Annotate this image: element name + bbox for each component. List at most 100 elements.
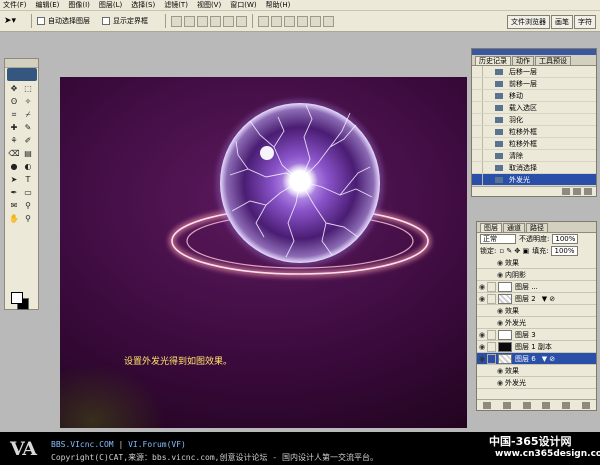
history-item[interactable]: 羽化 — [472, 114, 596, 126]
layer-effect-row[interactable]: ◉ 效果 — [477, 365, 596, 377]
palette-well-tab[interactable]: 字符 — [574, 15, 596, 29]
history-tab[interactable]: 工具预设 — [535, 56, 571, 65]
history-source-box[interactable] — [472, 138, 483, 149]
crop-icon[interactable]: ⌗ — [8, 109, 20, 120]
notes-icon[interactable]: ✉ — [8, 200, 20, 211]
layer-link-box[interactable] — [487, 341, 496, 352]
blur-icon[interactable]: ● — [8, 161, 20, 172]
menu-item[interactable]: 选择(S) — [131, 0, 155, 10]
new-document-from-state-icon[interactable] — [562, 188, 570, 195]
move-tool-preset[interactable]: ➤▾ — [4, 14, 26, 28]
layer-row[interactable]: ◉ 图层 6 ▼ ⊘ — [477, 353, 596, 365]
menu-item[interactable]: 滤镜(T) — [164, 0, 188, 10]
visibility-eye-icon[interactable]: ◉ — [495, 259, 505, 267]
slice-icon[interactable]: ⌿ — [22, 109, 34, 120]
move-icon[interactable]: ✥ — [8, 83, 20, 94]
visibility-eye-icon[interactable]: ◉ — [477, 343, 487, 351]
footer-bbs-link[interactable]: BBS.VIcnc.COM — [51, 440, 114, 449]
auto-select-checkbox[interactable]: 自动选择图层 — [37, 16, 90, 26]
footer-forum-link[interactable]: VI.Forum(VF) — [128, 440, 186, 449]
menu-item[interactable]: 图像(I) — [68, 0, 90, 10]
hand-icon[interactable]: ✋ — [8, 213, 20, 224]
layer-effect-row[interactable]: ◉ 外发光 — [477, 377, 596, 389]
visibility-eye-icon[interactable]: ◉ — [477, 331, 487, 339]
layer-style-icon[interactable] — [482, 401, 491, 409]
align-left-icon[interactable] — [210, 15, 221, 27]
zoom-icon[interactable]: ⚲ — [22, 213, 34, 224]
layer-effect-row[interactable]: ◉ 内阴影 — [477, 269, 596, 281]
history-item[interactable]: 取消选择 — [472, 162, 596, 174]
new-snapshot-icon[interactable] — [573, 188, 581, 195]
history-source-box[interactable] — [472, 66, 483, 77]
layer-link-box[interactable] — [487, 281, 496, 292]
palette-well-tab[interactable]: 画笔 — [551, 15, 573, 29]
align-center-icon[interactable] — [223, 15, 234, 27]
align-bottom-icon[interactable] — [197, 15, 208, 27]
healing-brush-icon[interactable]: ✚ — [8, 122, 20, 133]
layer-set-icon[interactable] — [522, 401, 531, 409]
layer-effect-row[interactable]: ◉ 效果 — [477, 257, 596, 269]
history-item[interactable]: 移动 — [472, 90, 596, 102]
path-select-icon[interactable]: ➤ — [8, 174, 20, 185]
layer-link-box[interactable] — [487, 293, 496, 304]
visibility-eye-icon[interactable]: ◉ — [495, 379, 505, 387]
history-brush-icon[interactable]: ✐ — [22, 135, 34, 146]
layers-tab[interactable]: 路径 — [526, 223, 548, 232]
opacity-input[interactable]: 100% — [552, 234, 579, 244]
align-top-icon[interactable] — [171, 15, 182, 27]
history-item[interactable]: 清除 — [472, 150, 596, 162]
layer-effect-row[interactable]: ◉ 外发光 — [477, 317, 596, 329]
visibility-eye-icon[interactable]: ◉ — [477, 355, 487, 363]
magic-wand-icon[interactable]: ✧ — [22, 96, 34, 107]
eyedropper-icon[interactable]: ⚲ — [22, 200, 34, 211]
distribute-bottom-icon[interactable] — [284, 15, 295, 27]
history-source-box[interactable] — [472, 102, 483, 113]
menu-item[interactable]: 帮助(H) — [266, 0, 291, 10]
visibility-eye-icon[interactable]: ◉ — [477, 283, 487, 291]
history-source-box[interactable] — [472, 114, 483, 125]
gradient-icon[interactable]: ▤ — [22, 148, 34, 159]
layer-mask-icon[interactable] — [502, 401, 511, 409]
layer-link-box[interactable] — [487, 353, 496, 364]
history-source-box[interactable] — [472, 174, 483, 185]
pen-icon[interactable]: ✒ — [8, 187, 20, 198]
history-source-box[interactable] — [472, 90, 483, 101]
marquee-icon[interactable]: ⬚ — [22, 83, 34, 94]
history-item[interactable]: 前移一层 — [472, 78, 596, 90]
menu-item[interactable]: 编辑(E) — [36, 0, 60, 10]
layer-row[interactable]: ◉ 图层 3 — [477, 329, 596, 341]
visibility-eye-icon[interactable]: ◉ — [495, 367, 505, 375]
history-item[interactable]: 粒移外框 — [472, 138, 596, 150]
document-canvas[interactable]: 设置外发光得到如图效果。 — [60, 77, 467, 428]
layers-tab[interactable]: 通道 — [503, 223, 525, 232]
foreground-color-swatch[interactable] — [11, 292, 23, 304]
menu-item[interactable]: 文件(F) — [3, 0, 27, 10]
shape-icon[interactable]: ▭ — [22, 187, 34, 198]
distribute-top-icon[interactable] — [258, 15, 269, 27]
layer-link-box[interactable] — [487, 329, 496, 340]
adjustment-layer-icon[interactable] — [542, 401, 551, 409]
distribute-center-icon[interactable] — [310, 15, 321, 27]
distribute-right-icon[interactable] — [323, 15, 334, 27]
history-source-box[interactable] — [472, 150, 483, 161]
history-source-box[interactable] — [472, 162, 483, 173]
blend-mode-select[interactable]: 正常 — [480, 234, 516, 244]
history-item[interactable]: 载入选区 — [472, 102, 596, 114]
lasso-icon[interactable]: ʘ — [8, 96, 20, 107]
menu-item[interactable]: 视图(V) — [197, 0, 221, 10]
distribute-middle-icon[interactable] — [271, 15, 282, 27]
palette-well-tab[interactable]: 文件浏览器 — [507, 15, 550, 29]
eraser-icon[interactable]: ⌫ — [8, 148, 20, 159]
photoshop-logo[interactable] — [7, 68, 37, 81]
history-source-box[interactable] — [472, 78, 483, 89]
distribute-left-icon[interactable] — [297, 15, 308, 27]
menu-item[interactable]: 图层(L) — [99, 0, 122, 10]
visibility-eye-icon[interactable]: ◉ — [477, 295, 487, 303]
layer-row[interactable]: ◉ 图层 1 副本 — [477, 341, 596, 353]
history-item[interactable]: 后移一层 — [472, 66, 596, 78]
history-item[interactable]: 外发光 — [472, 174, 596, 186]
brush-icon[interactable]: ✎ — [22, 122, 34, 133]
align-middle-icon[interactable] — [184, 15, 195, 27]
layer-row[interactable]: ◉ 图层 ... — [477, 281, 596, 293]
fill-input[interactable]: 100% — [551, 246, 578, 256]
